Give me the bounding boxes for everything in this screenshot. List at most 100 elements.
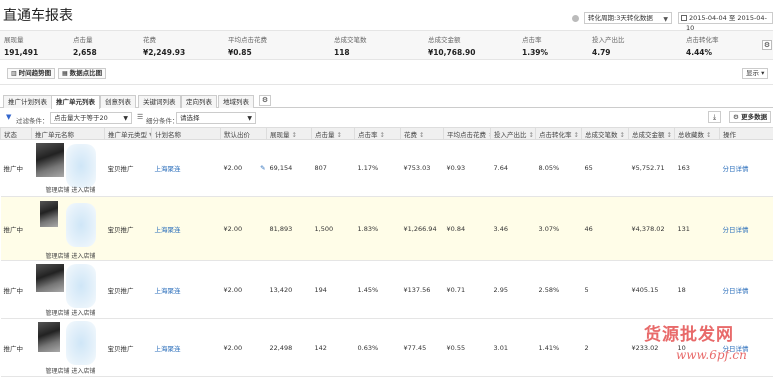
filter-icon: ▼ bbox=[6, 113, 12, 121]
product-thumbnail[interactable] bbox=[39, 201, 58, 227]
col-clicks[interactable]: 点击量 ↕ bbox=[311, 127, 355, 140]
col-cost[interactable]: 花费 ↕ bbox=[400, 127, 444, 140]
metric-roi: 投入产出比 4.79 bbox=[592, 36, 625, 57]
sort-icon: ↕ bbox=[706, 130, 712, 139]
divider bbox=[0, 84, 773, 85]
metric-cpc: 平均点击花费 ¥0.85 bbox=[228, 36, 267, 57]
unit-name-cell: 管理店铺 进入店铺 bbox=[31, 318, 105, 377]
tab-keyword-list[interactable]: 关键词列表 bbox=[138, 95, 181, 108]
product-thumbnail[interactable] bbox=[35, 143, 64, 177]
shop-links[interactable]: 管理店铺 进入店铺 bbox=[46, 308, 96, 317]
daily-detail-link[interactable]: 分日详情 bbox=[719, 196, 773, 261]
sort-icon: ↕ bbox=[379, 130, 385, 139]
report-tabs: 推广计划列表 推广单元列表 创意列表 关键词列表 定向列表 地域列表 bbox=[0, 94, 773, 109]
scatter-chart-icon: ▦ bbox=[62, 70, 68, 77]
tab-plan-list[interactable]: 推广计划列表 bbox=[3, 95, 52, 108]
metric-clicks: 点击量 2,658 bbox=[73, 36, 97, 57]
tab-settings-button[interactable]: ⚙ bbox=[259, 95, 271, 106]
col-status: 状态 bbox=[0, 127, 32, 140]
page-title: 直通车报表 bbox=[3, 8, 73, 24]
summary-metrics: 展现量 191,491 点击量 2,658 花费 ¥2,249.93 平均点击花费 ¥0… bbox=[0, 30, 773, 60]
plan-link[interactable]: 上海聚连 bbox=[151, 139, 221, 197]
breakdown-select[interactable]: 请选择 ▼ bbox=[176, 112, 256, 124]
chevron-down-icon: ▼ bbox=[663, 16, 668, 23]
shop-links[interactable]: 管理店铺 进入店铺 bbox=[46, 366, 96, 375]
tab-creative-list[interactable]: 创意列表 bbox=[100, 95, 136, 108]
col-impressions[interactable]: 展现量 ↕ bbox=[266, 127, 312, 140]
scatter-chart-button[interactable]: ▦ 数据点比图 bbox=[58, 68, 107, 79]
col-favs[interactable]: 总收藏数 ↕ bbox=[674, 127, 720, 140]
col-unit-name: 推广单元名称 bbox=[31, 127, 105, 140]
table-row: 推广中 管理店铺 进入店铺 宝贝推广 上海聚连 ¥2.00 ✎ 69,154 80… bbox=[0, 139, 773, 197]
metric-impressions: 展现量 191,491 bbox=[4, 36, 39, 57]
daily-detail-link[interactable]: 分日详情 bbox=[719, 260, 773, 319]
col-unit-type[interactable]: 推广单元类型▼ bbox=[104, 127, 152, 140]
table-row: 推广中 管理店铺 进入店铺 宝贝推广 上海聚连 ¥2.00 81,893 1,5… bbox=[0, 196, 773, 261]
download-icon: ⤓ bbox=[712, 113, 717, 121]
plan-link[interactable]: 上海聚连 bbox=[151, 318, 221, 377]
conversion-period: 转化周期:3天转化数据 ▼ bbox=[572, 12, 672, 24]
download-button[interactable]: ⤓ bbox=[708, 111, 721, 123]
tab-region-list[interactable]: 地域列表 bbox=[218, 95, 254, 108]
pencil-icon[interactable]: ✎ bbox=[260, 164, 265, 172]
sort-icon: ↕ bbox=[336, 130, 342, 139]
watermark-url: www.6pf.cn bbox=[676, 348, 747, 362]
header: 直通车报表 转化周期:3天转化数据 ▼ 2015-04-04 至 2015-04… bbox=[0, 0, 773, 32]
gear-icon: ⚙ bbox=[733, 113, 739, 121]
shop-links[interactable]: 管理店铺 进入店铺 bbox=[46, 251, 96, 260]
gear-icon: ⚙ bbox=[261, 96, 269, 104]
tab-targeting-list[interactable]: 定向列表 bbox=[181, 95, 217, 108]
unit-name-cell: 管理店铺 进入店铺 bbox=[31, 139, 105, 197]
sort-icon: ↕ bbox=[573, 130, 579, 139]
metric-cost: 花费 ¥2,249.93 bbox=[143, 36, 186, 57]
metric-cvr: 点击转化率 4.44% bbox=[686, 36, 719, 57]
watermark-text: 货源批发网 bbox=[644, 325, 734, 345]
table-header-row: 状态 推广单元名称 推广单元类型▼ 计划名称 默认出价 展现量↕ 点击量↕ 点击… bbox=[0, 127, 773, 140]
filter-select[interactable]: 点击量大于等于20 ▼ bbox=[50, 112, 132, 124]
unit-name-cell: 管理店铺 进入店铺 bbox=[31, 196, 105, 261]
sort-icon: ↕ bbox=[666, 130, 672, 139]
radio-icon[interactable] bbox=[572, 14, 579, 22]
col-action: 操作 bbox=[719, 127, 773, 140]
date-range-picker[interactable]: 2015-04-04 至 2015-04- bbox=[678, 12, 773, 24]
col-orders[interactable]: 总成交笔数 ↕ bbox=[581, 127, 629, 140]
blurred-product-title bbox=[65, 144, 96, 188]
status-cell: 推广中 bbox=[0, 318, 32, 377]
calendar-icon bbox=[681, 15, 687, 21]
chart-toolbar: ▥ 时间趋势图 ▦ 数据点比图 bbox=[0, 66, 773, 80]
col-cvr[interactable]: 点击转化率 ↕ bbox=[535, 127, 582, 140]
filter-bar: ▼ 过滤条件： 点击量大于等于20 ▼ ☰ 细分条件： 请选择 ▼ bbox=[0, 111, 773, 125]
status-cell: 推广中 bbox=[0, 139, 32, 197]
chevron-down-icon: ▼ bbox=[247, 115, 252, 122]
col-cpc[interactable]: 平均点击花费↕ bbox=[443, 127, 491, 140]
conversion-period-select[interactable]: 转化周期:3天转化数据 ▼ bbox=[584, 12, 672, 24]
plan-link[interactable]: 上海聚连 bbox=[151, 260, 221, 319]
sort-icon: ↕ bbox=[619, 130, 625, 139]
metrics-settings-button[interactable]: ⚙ bbox=[762, 40, 772, 50]
plan-link[interactable]: 上海聚连 bbox=[151, 196, 221, 261]
chevron-down-icon: ▾ bbox=[761, 69, 765, 77]
blurred-product-title bbox=[65, 203, 96, 247]
blurred-product-title bbox=[65, 264, 96, 308]
daily-detail-link[interactable]: 分日详情 bbox=[719, 139, 773, 197]
product-thumbnail[interactable] bbox=[37, 322, 60, 352]
line-chart-icon: ▥ bbox=[11, 70, 17, 77]
shop-links[interactable]: 管理店铺 进入店铺 bbox=[46, 185, 96, 194]
col-roi[interactable]: 投入产出比 ↕ bbox=[490, 127, 536, 140]
col-gmv[interactable]: 总成交金额 ↕ bbox=[628, 127, 675, 140]
blurred-product-title bbox=[65, 321, 96, 365]
col-ctr[interactable]: 点击率 ↕ bbox=[354, 127, 401, 140]
more-data-button[interactable]: ⚙ 更多数据 bbox=[729, 111, 772, 123]
status-cell: 推广中 bbox=[0, 260, 32, 319]
unit-name-cell: 管理店铺 进入店铺 bbox=[31, 260, 105, 319]
display-toggle-button[interactable]: 显示 ▾ bbox=[742, 68, 769, 79]
col-default-bid: 默认出价 bbox=[220, 127, 267, 140]
product-thumbnail[interactable] bbox=[35, 264, 64, 292]
trend-chart-button[interactable]: ▥ 时间趋势图 bbox=[7, 68, 56, 79]
tab-unit-list[interactable]: 推广单元列表 bbox=[51, 95, 100, 109]
status-cell: 推广中 bbox=[0, 196, 32, 261]
sort-icon: ↕ bbox=[419, 130, 425, 139]
chevron-down-icon: ▼ bbox=[123, 115, 128, 122]
bid-cell[interactable]: ¥2.00 ✎ bbox=[220, 139, 267, 197]
metric-orders: 总成交笔数 118 bbox=[334, 36, 367, 57]
